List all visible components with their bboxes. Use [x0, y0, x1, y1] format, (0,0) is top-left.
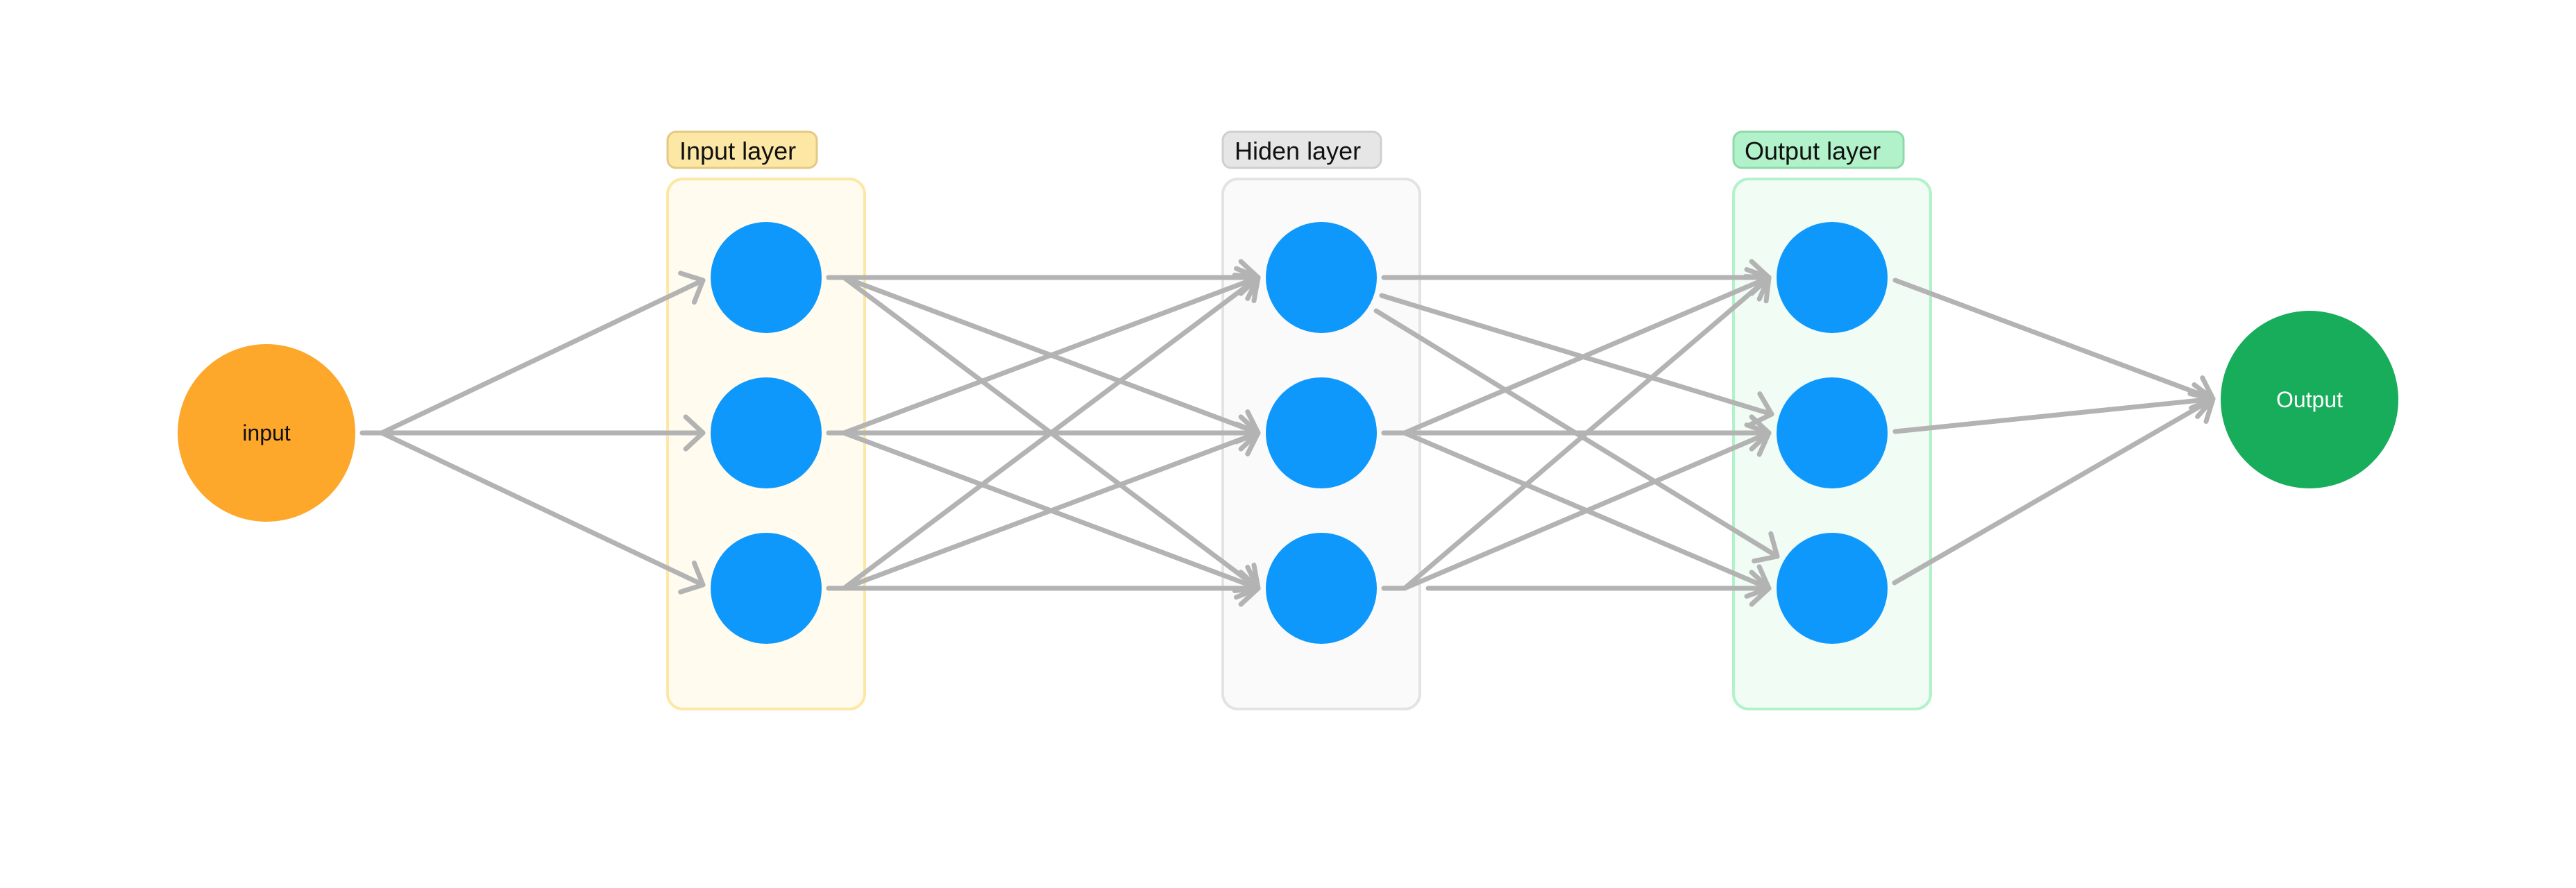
neuron-output-3[interactable]	[1777, 533, 1888, 644]
edge-input-to-i1	[359, 278, 706, 436]
edge-h1-to-o2	[1379, 293, 1774, 417]
neuron-hidden-2[interactable]	[1266, 377, 1377, 488]
input-node-label: input	[242, 420, 291, 445]
neuron-output-2[interactable]	[1777, 377, 1888, 488]
neuron-input-3[interactable]	[711, 533, 822, 644]
neural-network-diagram: Input layer Hiden layer Output layer inp…	[178, 130, 2398, 710]
layer-label-input: Input layer	[679, 137, 796, 165]
input-node[interactable]: input	[178, 344, 355, 522]
output-layer-neurons	[1777, 222, 1888, 644]
hidden-layer-neurons	[1266, 222, 1377, 644]
neuron-output-1[interactable]	[1777, 222, 1888, 333]
edge-input-to-i3	[359, 430, 706, 588]
output-node-label: Output	[2276, 387, 2343, 412]
input-layer-neurons	[711, 222, 822, 644]
neuron-input-2[interactable]	[711, 377, 822, 488]
neuron-input-1[interactable]	[711, 222, 822, 333]
neuron-hidden-1[interactable]	[1266, 222, 1377, 333]
layer-label-hidden: Hiden layer	[1235, 137, 1361, 165]
neuron-hidden-3[interactable]	[1266, 533, 1377, 644]
output-node[interactable]: Output	[2221, 311, 2398, 488]
layer-label-output: Output layer	[1745, 137, 1881, 165]
edge-o1-to-output	[1892, 278, 2216, 402]
